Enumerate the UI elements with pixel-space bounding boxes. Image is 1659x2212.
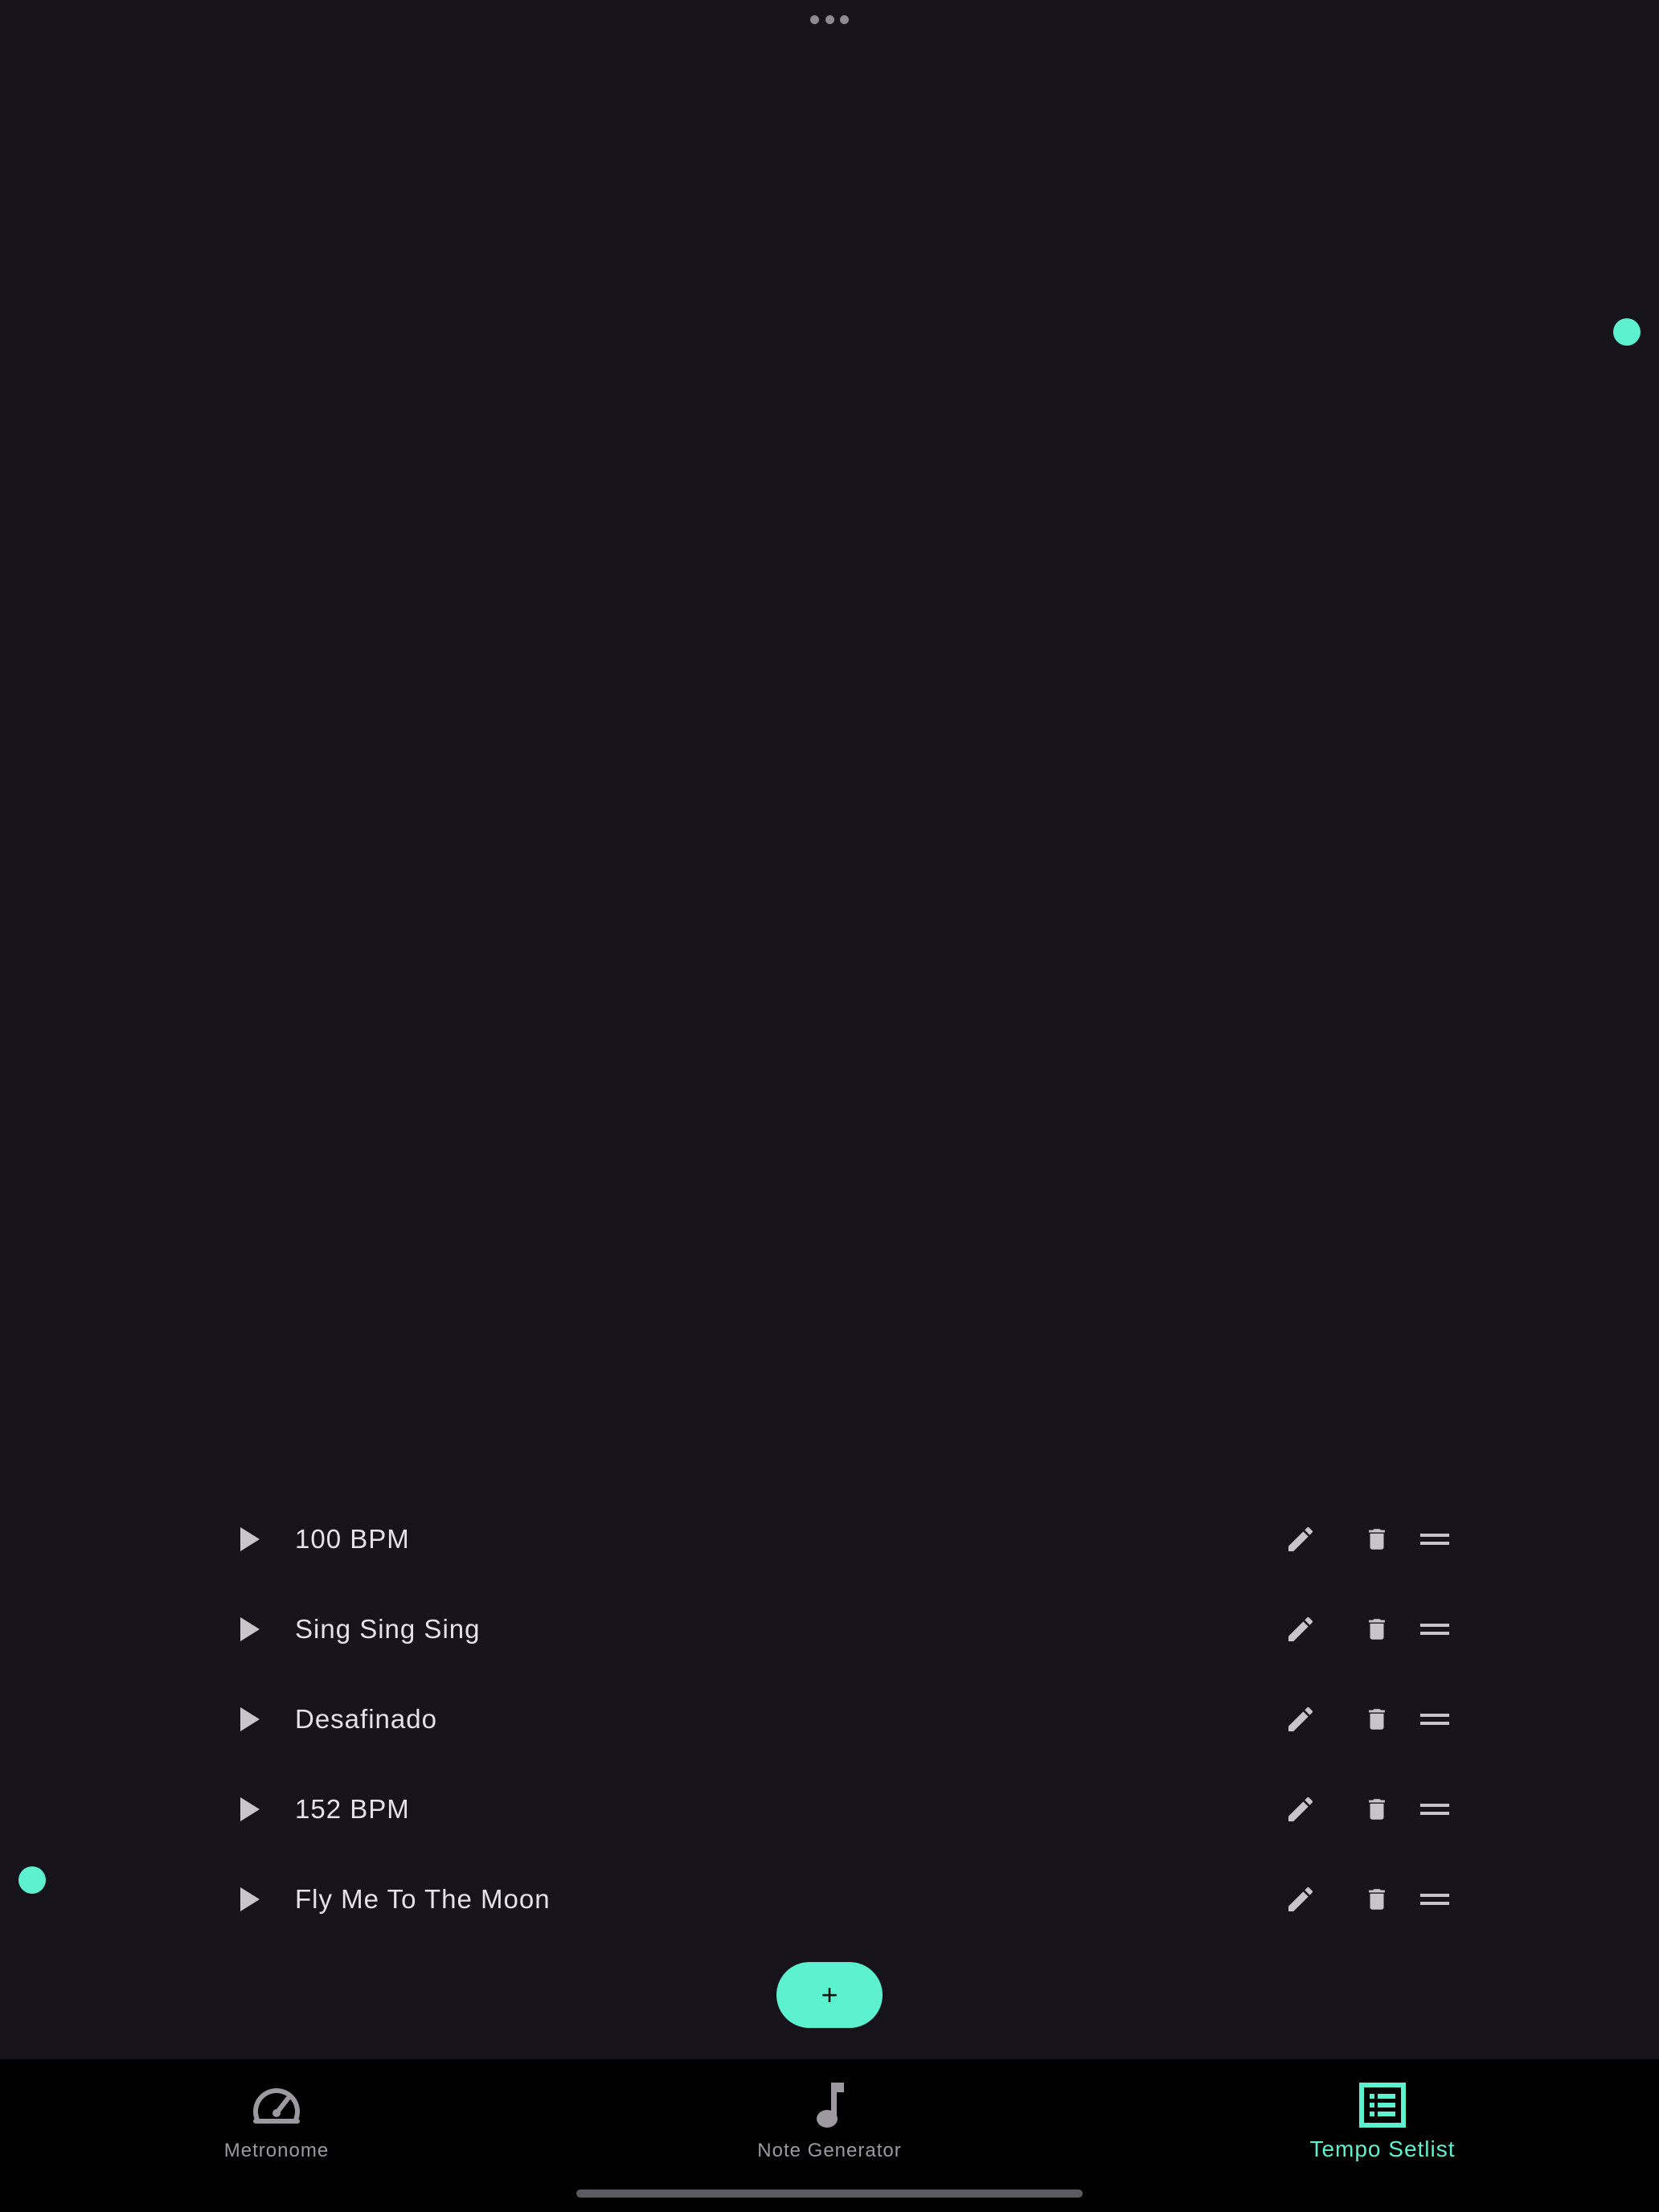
pencil-icon xyxy=(1288,1886,1313,1911)
trash-icon xyxy=(1369,1799,1385,1820)
drag-handle-icon xyxy=(1420,1894,1449,1905)
pencil-icon xyxy=(1288,1616,1313,1641)
nav-item-note-generator[interactable]: Note Generator xyxy=(685,2059,974,2172)
play-icon xyxy=(240,1797,260,1821)
drag-handle[interactable] xyxy=(1407,1764,1463,1854)
beat-indicator-dot-right xyxy=(1613,318,1641,346)
drag-handle-icon xyxy=(1420,1624,1449,1635)
bottom-navigation: Metronome Note Generator Tempo Setlist xyxy=(0,2059,1659,2212)
setlist-item-title: 100 BPM xyxy=(295,1524,410,1554)
speedometer-icon xyxy=(248,2077,305,2133)
setlist-row[interactable]: 152 BPM xyxy=(209,1764,1463,1854)
dot xyxy=(840,14,849,24)
app-screen: 100 BPM Sing Sing Sing Desafinado 152 BP… xyxy=(0,0,1659,2212)
list-icon xyxy=(1354,2077,1411,2133)
setlist-item-title: 152 BPM xyxy=(295,1794,410,1824)
delete-button[interactable] xyxy=(1349,1854,1405,1944)
music-note-icon xyxy=(801,2077,858,2133)
pencil-icon xyxy=(1288,1706,1313,1731)
setlist-row[interactable]: 100 BPM xyxy=(209,1494,1463,1584)
nav-item-metronome[interactable]: Metronome xyxy=(132,2059,421,2172)
edit-button[interactable] xyxy=(1272,1494,1329,1584)
setlist-row[interactable]: Desafinado xyxy=(209,1674,1463,1764)
setlist-item-title: Sing Sing Sing xyxy=(295,1614,481,1644)
tempo-setlist: 100 BPM Sing Sing Sing Desafinado 152 BP… xyxy=(209,1494,1463,1944)
dot xyxy=(825,14,834,24)
drag-handle[interactable] xyxy=(1407,1494,1463,1584)
edit-button[interactable] xyxy=(1272,1854,1329,1944)
edit-button[interactable] xyxy=(1272,1584,1329,1674)
play-button[interactable] xyxy=(209,1584,289,1674)
setlist-item-title: Fly Me To The Moon xyxy=(295,1884,551,1914)
nav-label-tempo-setlist: Tempo Setlist xyxy=(1309,2136,1456,2161)
delete-button[interactable] xyxy=(1349,1764,1405,1854)
delete-button[interactable] xyxy=(1349,1584,1405,1674)
drag-handle[interactable] xyxy=(1407,1854,1463,1944)
drag-handle-icon xyxy=(1420,1534,1449,1545)
nav-label-metronome: Metronome xyxy=(223,2140,330,2161)
delete-button[interactable] xyxy=(1349,1494,1405,1584)
setlist-item-title: Desafinado xyxy=(295,1704,437,1734)
trash-icon xyxy=(1369,1889,1385,1910)
pencil-icon xyxy=(1288,1526,1313,1551)
setlist-row[interactable]: Fly Me To The Moon xyxy=(209,1854,1463,1944)
play-button[interactable] xyxy=(209,1494,289,1584)
edit-button[interactable] xyxy=(1272,1764,1329,1854)
drag-handle[interactable] xyxy=(1407,1674,1463,1764)
edit-button[interactable] xyxy=(1272,1674,1329,1764)
play-icon xyxy=(240,1527,260,1551)
trash-icon xyxy=(1369,1709,1385,1730)
trash-icon xyxy=(1369,1529,1385,1550)
dot xyxy=(810,14,819,24)
play-icon xyxy=(240,1617,260,1641)
setlist-row[interactable]: Sing Sing Sing xyxy=(209,1584,1463,1674)
play-button[interactable] xyxy=(209,1674,289,1764)
nav-label-note-generator: Note Generator xyxy=(757,2140,902,2161)
beat-indicator-dot-left xyxy=(18,1866,46,1894)
play-button[interactable] xyxy=(209,1764,289,1854)
drag-handle-icon xyxy=(1420,1714,1449,1725)
plus-icon: + xyxy=(821,1978,838,2011)
home-indicator[interactable] xyxy=(576,2189,1083,2198)
add-setlist-item-button[interactable]: + xyxy=(776,1962,883,2028)
more-dots-icon[interactable] xyxy=(810,13,849,26)
trash-icon xyxy=(1369,1619,1385,1640)
play-button[interactable] xyxy=(209,1854,289,1944)
drag-handle[interactable] xyxy=(1407,1584,1463,1674)
delete-button[interactable] xyxy=(1349,1674,1405,1764)
drag-handle-icon xyxy=(1420,1804,1449,1815)
play-icon xyxy=(240,1707,260,1731)
nav-item-tempo-setlist[interactable]: Tempo Setlist xyxy=(1238,2059,1527,2172)
pencil-icon xyxy=(1288,1796,1313,1821)
play-icon xyxy=(240,1887,260,1911)
